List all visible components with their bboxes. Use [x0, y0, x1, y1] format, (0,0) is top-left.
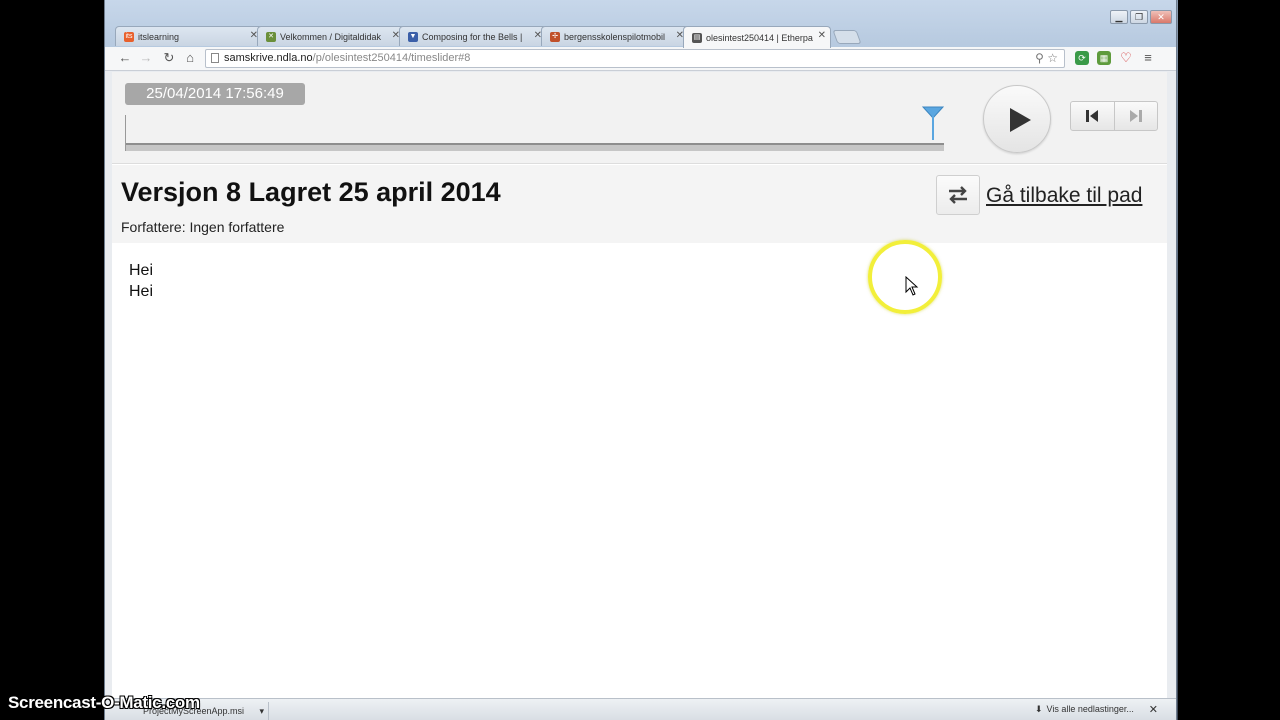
timeslider-handle[interactable]: [922, 106, 944, 150]
mouse-cursor-icon: [905, 276, 919, 296]
extension-icons: ⟳ ▦ ♡ ≡: [1075, 51, 1155, 65]
menu-icon[interactable]: ≡: [1141, 51, 1155, 65]
revision-header: Versjon 8 Lagret 25 april 2014 Forfatter…: [112, 165, 1167, 243]
pinwheel-icon: ✢: [550, 31, 560, 42]
tab-title: bergensskolenspilotmobil: [564, 31, 666, 42]
page-viewport: 25/04/2014 17:56:49 Versjon 8 Lagret 25 …: [112, 72, 1167, 698]
minimize-button[interactable]: ▁: [1110, 10, 1128, 24]
step-forward-icon: [1129, 110, 1142, 122]
back-arrow-icon[interactable]: ←: [117, 50, 133, 65]
home-icon[interactable]: ⌂: [182, 50, 198, 65]
tab-etherpad[interactable]: ▤ olesintest250414 | Etherpa ✕: [683, 26, 831, 48]
crossed-tools-icon: ✕: [266, 31, 276, 42]
step-forward-button[interactable]: [1113, 102, 1158, 130]
heart-extension-icon[interactable]: ♡: [1119, 51, 1133, 65]
tab-itslearning[interactable]: its itslearning ✕: [115, 26, 263, 46]
tab-strip: its itslearning ✕ ✕ Velkommen / Digitald…: [115, 26, 862, 48]
timeslider-track[interactable]: [126, 143, 944, 151]
browser-window: ▁ ❐ ✕ its itslearning ✕ ✕ Velkommen / Di…: [104, 0, 1177, 720]
puzzle-extension-icon[interactable]: ▦: [1097, 51, 1111, 65]
timeslider-panel: 25/04/2014 17:56:49: [112, 72, 1167, 164]
revision-title: Versjon 8 Lagret 25 april 2014: [121, 177, 501, 207]
browser-titlebar: ▁ ❐ ✕ its itslearning ✕ ✕ Velkommen / Di…: [105, 0, 1176, 48]
clipboard-icon: ▤: [692, 32, 702, 43]
tab-bergensskolen[interactable]: ✢ bergensskolenspilotmobil ✕: [541, 26, 689, 46]
watermark: Screencast-O-Matic.com: [8, 693, 200, 712]
chevron-down-icon[interactable]: ▾: [259, 702, 264, 720]
tab-title: olesintest250414 | Etherpa: [706, 32, 813, 43]
step-controls: [1070, 101, 1158, 131]
new-tab-button[interactable]: [832, 30, 862, 44]
tab-title: itslearning: [138, 31, 180, 42]
tab-title: Velkommen / Digitaldidak: [280, 31, 382, 42]
pad-line: Hei: [129, 262, 154, 279]
shield-icon: ▼: [408, 31, 418, 42]
tab-composing[interactable]: ▼ Composing for the Bells | ✕: [399, 26, 547, 46]
revision-timestamp: 25/04/2014 17:56:49: [125, 83, 305, 105]
itslearning-icon: its: [124, 31, 134, 42]
url-host: samskrive.ndla.no: [224, 52, 313, 64]
maximize-button[interactable]: ❐: [1130, 10, 1148, 24]
page-icon: [211, 53, 219, 63]
pad-line: Hei: [129, 283, 154, 300]
show-all-downloads-link[interactable]: ⬇ Vis alle nedlastinger...: [1035, 704, 1134, 715]
swap-arrows-icon: [949, 186, 967, 204]
browser-toolbar: ← → ↻ ⌂ samskrive.ndla.no/p/olesintest25…: [105, 47, 1176, 71]
return-to-pad-link[interactable]: Gå tilbake til pad: [986, 184, 1142, 208]
address-bar[interactable]: samskrive.ndla.no/p/olesintest250414/tim…: [205, 49, 1065, 68]
close-download-shelf-icon[interactable]: ✕: [1149, 703, 1158, 716]
timeslider-bar[interactable]: [125, 115, 944, 151]
play-button[interactable]: [983, 85, 1051, 153]
revision-authors: Forfattere: Ingen forfattere: [121, 219, 285, 235]
screen: ▁ ❐ ✕ its itslearning ✕ ✕ Velkommen / Di…: [0, 0, 1280, 720]
url-path: /p/olesintest250414/timeslider#8: [312, 52, 471, 64]
step-back-icon: [1086, 110, 1099, 122]
pad-content: Hei Hei: [129, 260, 153, 302]
sync-extension-icon[interactable]: ⟳: [1075, 51, 1089, 65]
reload-icon[interactable]: ↻: [161, 50, 177, 66]
forward-arrow-icon[interactable]: →: [138, 50, 154, 65]
close-window-button[interactable]: ✕: [1150, 10, 1172, 24]
return-to-pad-button[interactable]: [936, 175, 980, 215]
tab-title: Composing for the Bells |: [422, 31, 523, 42]
play-icon: [1010, 108, 1031, 132]
download-shelf: ProjectMyScreenApp.msi ▾ ⬇ Vis alle nedla…: [105, 698, 1176, 720]
bookmark-star-icon[interactable]: ☆: [1047, 51, 1058, 65]
zoom-icon[interactable]: ⚲: [1035, 51, 1044, 65]
close-tab-icon[interactable]: ✕: [818, 30, 826, 41]
show-all-downloads-label: Vis alle nedlastinger...: [1046, 704, 1134, 714]
step-back-button[interactable]: [1071, 102, 1114, 130]
download-arrow-icon: ⬇: [1035, 704, 1043, 714]
tab-velkommen[interactable]: ✕ Velkommen / Digitaldidak ✕: [257, 26, 405, 46]
omnibox-icons: ⚲ ☆: [1035, 50, 1058, 67]
window-controls: ▁ ❐ ✕: [1110, 10, 1172, 24]
